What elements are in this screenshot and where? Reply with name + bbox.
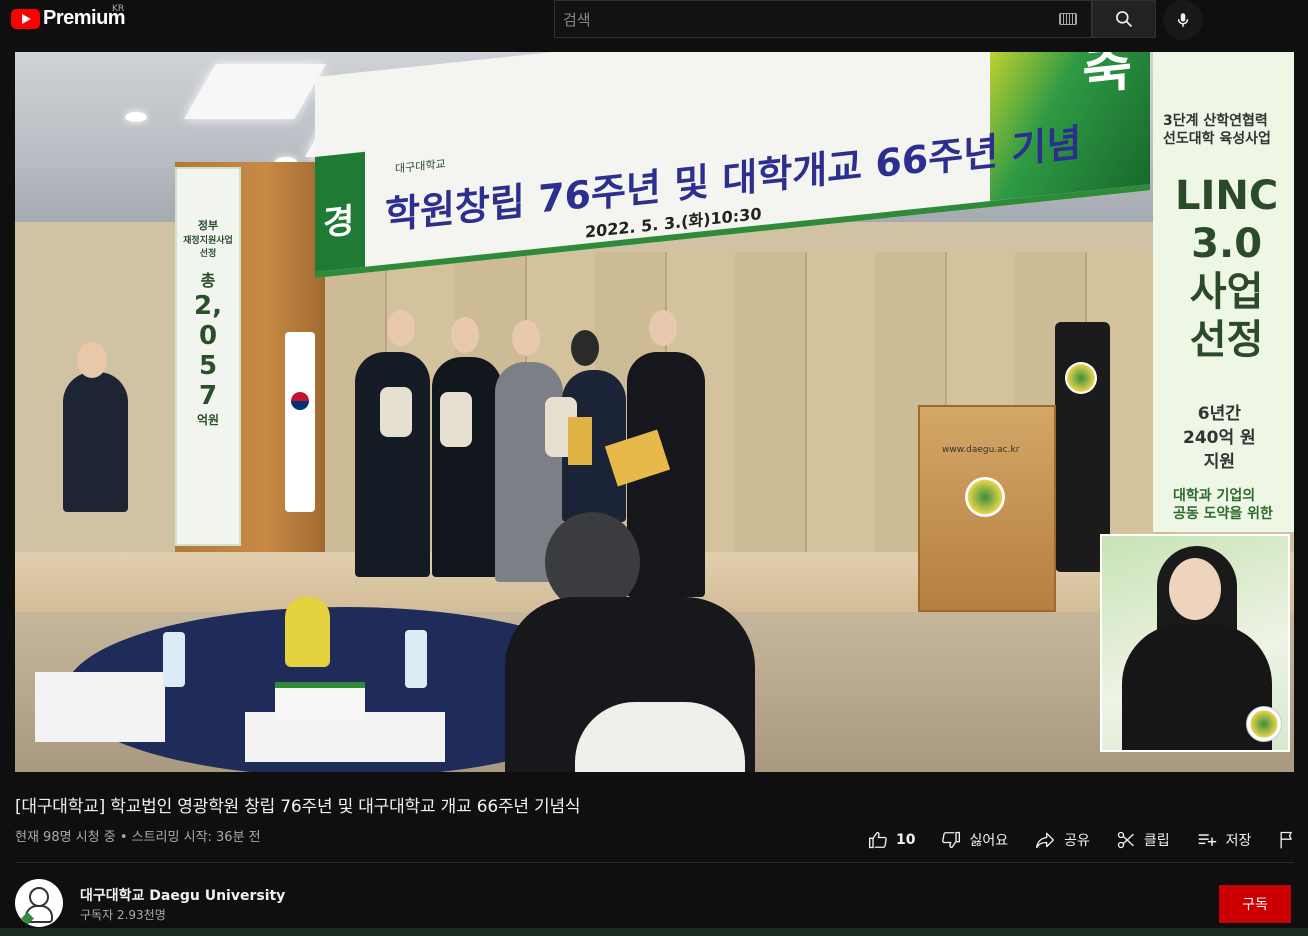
voice-search-button[interactable] (1163, 0, 1203, 40)
action-bar: 10 싫어요 공유 클립 저장 (868, 826, 1305, 854)
right-banner-big: LINC 3.0 사업 선정 (1175, 172, 1278, 364)
microphone-icon (1177, 13, 1189, 27)
search-input[interactable] (561, 1, 1045, 39)
next-section-edge (0, 928, 1308, 936)
right-banner-sub: 6년간 240억 원 지원 (1183, 402, 1256, 474)
save-label: 저장 (1225, 833, 1252, 849)
podium-website: www.daegu.ac.kr (942, 445, 1020, 455)
right-banner-big-line: 사업 (1189, 269, 1264, 315)
flower-vase (285, 597, 330, 667)
bouquet (380, 387, 412, 437)
keyboard-icon[interactable] (1059, 13, 1077, 25)
sign-language-pip (1100, 534, 1290, 752)
youtube-play-icon (11, 8, 40, 29)
left-banner-line: 재정지원사업 (183, 236, 233, 246)
korean-flag (285, 332, 315, 512)
left-banner-line: 정부 (197, 219, 219, 232)
search-box (554, 0, 1092, 39)
interpreter-person (63, 372, 128, 512)
like-button[interactable]: 10 (868, 830, 915, 850)
name-card (275, 682, 365, 720)
right-banner-foot: 대학과 기업의 공동 도약을 위한 (1173, 487, 1273, 523)
left-banner-line: 5 (198, 351, 218, 381)
share-icon (1036, 832, 1055, 849)
bouquet (440, 392, 472, 447)
banner-left-char: 경 (323, 200, 355, 245)
left-banner-line: 총 (200, 271, 216, 290)
thumbs-down-icon (942, 831, 961, 849)
masthead: Premium KR (0, 0, 1308, 45)
country-code: KR (112, 4, 125, 14)
left-banner-line: 2, (194, 291, 222, 321)
youtube-premium-logo[interactable]: Premium KR (11, 4, 126, 30)
channel-avatar[interactable] (15, 879, 63, 927)
right-banner-sub-line: 240억 원 (1183, 428, 1256, 448)
playlist-add-icon (1198, 834, 1216, 846)
clip-button[interactable]: 클립 (1116, 830, 1170, 850)
honoree-head (451, 317, 479, 353)
honoree-head (571, 330, 599, 366)
divider (15, 862, 1294, 863)
honoree-head (649, 310, 677, 346)
right-banner-line2: 선도대학 육성사업 (1163, 131, 1271, 147)
search-icon (1116, 11, 1133, 28)
scissors-icon (1117, 831, 1134, 849)
water-bottle (405, 630, 427, 688)
right-vertical-banner: 3단계 산학연협력 선도대학 육성사업 LINC 3.0 사업 선정 6년간 2… (1153, 52, 1294, 532)
dislike-label: 싫어요 (969, 833, 1009, 849)
honoree-head (387, 310, 415, 346)
thumbs-up-icon (869, 831, 887, 849)
university-logo (1246, 706, 1282, 742)
water-bottle (163, 632, 185, 687)
interpreter-head (77, 342, 107, 378)
left-banner-line: 7 (198, 381, 218, 411)
honoree (355, 352, 430, 577)
video-title: [대구대학교] 학교법인 영광학원 창립 76주년 및 대구대학교 개교 66주… (15, 797, 581, 817)
search-button[interactable] (1092, 0, 1156, 38)
left-banner-line: 0 (198, 321, 218, 351)
right-banner-big-line: 3.0 (1191, 221, 1263, 267)
right-banner-big-line: LINC (1175, 173, 1279, 219)
report-button[interactable] (1277, 830, 1305, 850)
share-button[interactable]: 공유 (1034, 830, 1090, 850)
channel-name[interactable]: 대구대학교 Daegu University (80, 885, 285, 905)
left-banner-line: 선정 (199, 249, 217, 259)
podium: www.daegu.ac.kr (918, 405, 1056, 612)
banner-university: 대구대학교 (395, 157, 446, 176)
share-label: 공유 (1064, 833, 1090, 849)
table-paper (35, 672, 165, 742)
save-button[interactable]: 저장 (1196, 830, 1252, 850)
right-banner-big-line: 선정 (1189, 317, 1264, 363)
chair-back (575, 702, 745, 772)
subscriber-count: 구독자 2.93천명 (80, 908, 166, 922)
right-banner-heading: 3단계 산학연협력 선도대학 육성사업 (1163, 112, 1271, 148)
certificate-envelope (568, 417, 592, 465)
right-banner-sub-line: 6년간 (1197, 404, 1241, 424)
honoree (432, 357, 502, 577)
clip-label: 클립 (1143, 833, 1170, 849)
honoree-head (512, 320, 540, 356)
subscribe-button[interactable]: 구독 (1219, 885, 1291, 923)
dislike-button[interactable]: 싫어요 (941, 830, 1008, 850)
banner-right-char: 축 (1082, 52, 1132, 103)
left-banner-line: 억원 (196, 413, 220, 427)
video-player[interactable]: 경 축 대구대학교 학원창립 76주년 및 대학개교 66주년 기념 2022.… (15, 52, 1294, 772)
flag-icon (1280, 831, 1293, 849)
video-meta: 현재 98명 시청 중 • 스트리밍 시작: 36분 전 (15, 830, 261, 845)
right-banner-foot-line: 대학과 기업의 (1173, 488, 1256, 504)
right-banner-sub-line: 지원 (1203, 452, 1235, 472)
left-vertical-banner: 정부 재정지원사업 선정 총 2, 0 5 7 억원 (175, 167, 241, 546)
podium-emblem (965, 477, 1005, 517)
right-banner-line1: 3단계 산학연협력 (1163, 113, 1268, 129)
right-banner-foot-line: 공동 도약을 위한 (1173, 506, 1273, 522)
like-count: 10 (896, 832, 916, 848)
